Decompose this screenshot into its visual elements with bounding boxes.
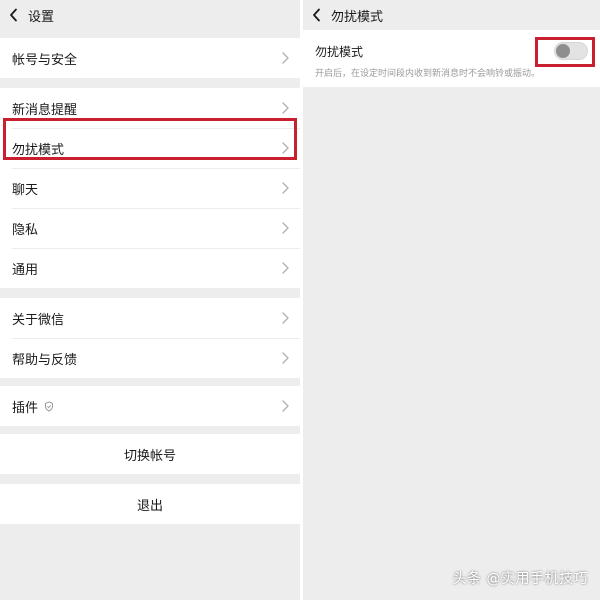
dnd-header: 勿扰模式 [303,0,600,30]
highlight-box-dnd-toggle [535,37,595,67]
switch-account-button[interactable]: 切换帐号 [0,434,300,474]
shield-icon [44,400,54,412]
settings-item-label: 插件 [12,400,39,416]
page-title: 勿扰模式 [331,9,384,25]
settings-item-label-wrap: 插件 [12,397,282,416]
settings-item-privacy[interactable]: 隐私 [0,208,300,248]
dnd-panel: 勿扰模式 勿扰模式 开启后，在设定时间段内收到新消息时不会响铃或振动。 头条 @… [303,0,600,600]
account-group: 帐号与安全 [0,38,300,78]
logout-label: 退出 [136,498,163,514]
settings-item-label: 隐私 [12,222,39,238]
settings-header: 设置 [0,0,300,30]
chevron-left-icon [10,8,17,22]
logout-button[interactable]: 退出 [0,484,300,524]
settings-item-account-security[interactable]: 帐号与安全 [0,38,300,78]
settings-item-about[interactable]: 关于微信 [0,298,300,338]
back-button[interactable] [303,0,331,30]
chevron-right-icon [282,52,289,64]
settings-item-label: 关于微信 [12,312,65,328]
chevron-right-icon [282,262,289,274]
highlight-box-dnd-item [3,118,297,160]
settings-item-label: 帐号与安全 [12,52,78,68]
settings-item-label: 新消息提醒 [12,102,78,118]
chevron-right-icon [282,102,289,114]
settings-item-label: 帮助与反馈 [12,352,78,368]
settings-item-help-feedback[interactable]: 帮助与反馈 [0,338,300,378]
chevron-right-icon [282,182,289,194]
chevron-right-icon [282,222,289,234]
settings-item-chats[interactable]: 聊天 [0,168,300,208]
chevron-left-icon [313,8,320,22]
plugin-group: 插件 [0,386,300,426]
chevron-right-icon [282,352,289,364]
back-button[interactable] [0,0,28,30]
dnd-description: 开启后，在设定时间段内收到新消息时不会响铃或振动。 [315,69,541,79]
watermark: 头条 @实用手机技巧 [452,571,588,587]
settings-item-label: 聊天 [12,182,39,198]
settings-item-plugins[interactable]: 插件 [0,386,300,426]
settings-item-general[interactable]: 通用 [0,248,300,288]
switch-account-label: 切换帐号 [123,448,176,464]
settings-item-label: 通用 [12,262,39,278]
about-group: 关于微信 帮助与反馈 [0,298,300,378]
page-title: 设置 [28,9,55,25]
settings-panel: 设置 帐号与安全 新消息提醒 勿扰模式 聊天 隐私 通用 关于微信 帮助与反馈 … [0,0,300,600]
chevron-right-icon [282,312,289,324]
dnd-label: 勿扰模式 [315,44,364,59]
chevron-right-icon [282,400,289,412]
